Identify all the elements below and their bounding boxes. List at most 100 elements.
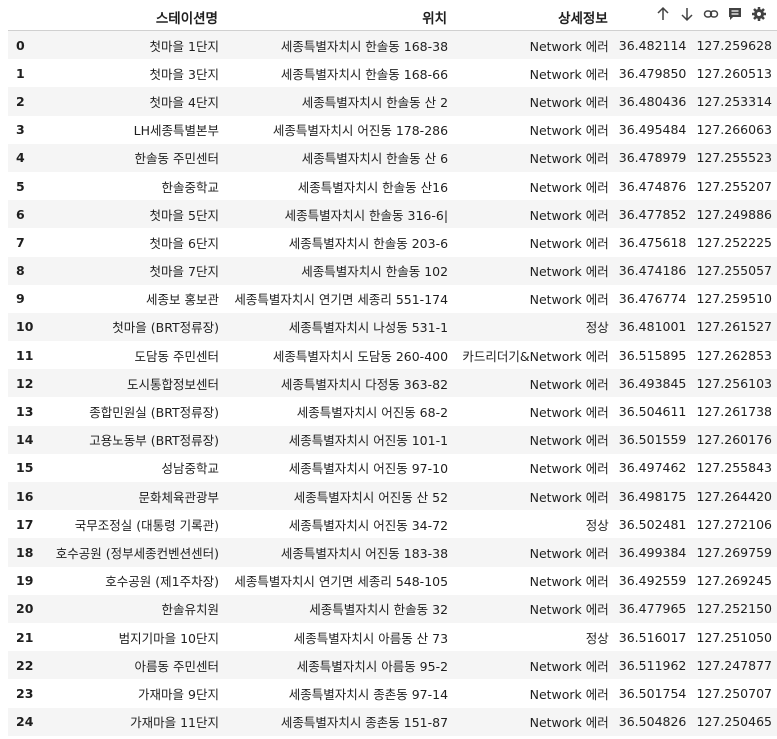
details-cell: Network 에러 xyxy=(529,686,609,702)
location-cell: 세종특별자치시 한솔동 316-6| xyxy=(223,200,454,229)
longitude-cell: 127.251050 xyxy=(696,629,772,645)
link-icon[interactable] xyxy=(701,4,721,24)
details-cell: Network 에러 xyxy=(453,707,614,736)
location-cell: 세종특별자치시 한솔동 산 2 xyxy=(223,87,454,116)
station-name-cell: 가재마을 11단지 xyxy=(41,707,224,736)
table-row: 23 가재마을 9단지 세종특별자치시 종촌동 97-14 Network 에러 36.… xyxy=(8,679,777,707)
location-cell: 세종특별자치시 다정동 363-82 xyxy=(223,369,454,398)
table-row: 24 가재마을 11단지 세종특별자치시 종촌동 151-87 Network 에러 3… xyxy=(8,707,777,736)
station-name-cell: 호수공원 (정부세종컨벤션센터) xyxy=(41,538,224,567)
location-cell: 세종특별자치시 한솔동 203-6 xyxy=(288,235,449,251)
details-cell: Network 에러 xyxy=(453,425,614,454)
longitude-cell: 127.255843 xyxy=(696,460,772,476)
row-index: 11 xyxy=(16,347,34,363)
longitude-cell: 127.266063 xyxy=(696,122,772,138)
station-name-cell: 첫마을 6단지 xyxy=(149,235,219,251)
details-cell: Network 에러 xyxy=(453,594,614,623)
details-cell: Network 에러 xyxy=(453,30,614,60)
latitude-cell: 36.495484 xyxy=(618,122,687,138)
station-name-cell: 한솔동 주민센터 xyxy=(41,143,224,172)
details-cell: 정상 xyxy=(585,630,609,646)
location-cell: 세종특별자치시 아름동 95-2 xyxy=(223,651,454,680)
table-row: 18 호수공원 (정부세종컨벤션센터) 세종특별자치시 어진동 183-38 Netw… xyxy=(8,538,777,567)
table-row: 5 한솔중학교 세종특별자치시 한솔동 산16 Network 에러 36.474876… xyxy=(8,172,777,200)
details-cell: Network 에러 xyxy=(529,405,609,421)
latitude-cell: 36.498175 xyxy=(613,482,692,511)
location-cell: 세종특별자치시 아름동 산 73 xyxy=(293,630,449,646)
row-index: 14 xyxy=(8,425,42,454)
station-name-cell: LH세종특별본부 xyxy=(133,123,219,139)
column-header-details: 상세정보 xyxy=(453,4,614,31)
latitude-cell: 36.504826 xyxy=(613,707,692,736)
gear-icon[interactable] xyxy=(749,4,769,24)
latitude-cell: 36.480436 xyxy=(613,87,692,116)
latitude-cell: 36.492559 xyxy=(618,573,687,589)
location-cell: 세종특별자치시 연기면 세종리 548-105 xyxy=(234,574,449,590)
table-row: 20 한솔유치원 세종특별자치시 한솔동 32 Network 에러 36.477965… xyxy=(8,594,777,623)
row-index: 17 xyxy=(16,516,34,532)
latitude-cell: 36.497462 xyxy=(618,460,687,476)
latitude-cell: 36.481001 xyxy=(613,312,692,342)
longitude-cell: 127.261738 xyxy=(696,404,772,420)
latitude-cell: 36.501559 xyxy=(613,425,692,454)
cell-toolbar xyxy=(649,2,773,26)
location-cell: 세종특별자치시 어진동 97-10 xyxy=(288,461,449,477)
latitude-cell: 36.475618 xyxy=(618,234,687,250)
row-index: 16 xyxy=(8,482,42,511)
longitude-cell: 127.269759 xyxy=(691,538,777,567)
row-index: 10 xyxy=(8,312,42,342)
station-name-cell: 도시통합정보센터 xyxy=(41,369,224,398)
table-row: 0 첫마을 1단지 세종특별자치시 한솔동 168-38 Network 에러 36.4… xyxy=(8,30,777,60)
station-name-cell: 호수공원 (제1주차장) xyxy=(105,574,219,590)
row-index: 18 xyxy=(8,538,42,567)
longitude-cell: 127.250707 xyxy=(696,685,772,701)
location-cell: 세종특별자치시 연기면 세종리 551-174 xyxy=(234,292,449,308)
latitude-cell: 36.474876 xyxy=(618,178,687,194)
details-cell: Network 에러 xyxy=(529,292,609,308)
station-name-cell: 첫마을 4단지 xyxy=(41,87,224,116)
details-cell: Network 에러 xyxy=(529,461,609,477)
station-name-cell: 종합민원실 (BRT정류장) xyxy=(89,405,219,421)
table-row: 1 첫마을 3단지 세종특별자치시 한솔동 168-66 Network 에러 36.4… xyxy=(8,59,777,87)
station-name-cell: 국무조정실 (대통령 기록관) xyxy=(74,517,219,533)
arrow-down-icon[interactable] xyxy=(677,4,697,24)
table-row: 17 국무조정실 (대통령 기록관) 세종특별자치시 어진동 34-72 정상 36.5… xyxy=(8,510,777,538)
details-cell: Network 에러 xyxy=(453,651,614,680)
longitude-cell: 127.252225 xyxy=(696,234,772,250)
station-name-cell: 가재마을 9단지 xyxy=(138,686,219,702)
location-cell: 세종특별자치시 종촌동 97-14 xyxy=(288,686,449,702)
comment-icon[interactable] xyxy=(725,4,745,24)
longitude-cell: 127.264420 xyxy=(691,482,777,511)
latitude-cell: 36.477965 xyxy=(613,594,692,623)
location-cell: 세종특별자치시 어진동 101-1 xyxy=(223,425,454,454)
latitude-cell: 36.515895 xyxy=(618,347,687,363)
table-row: 19 호수공원 (제1주차장) 세종특별자치시 연기면 세종리 548-105 Net… xyxy=(8,567,777,595)
station-name-cell: 세종보 홍보관 xyxy=(146,292,219,308)
details-cell: Network 에러 xyxy=(529,235,609,251)
longitude-cell: 127.255523 xyxy=(691,143,777,172)
details-cell: Network 에러 xyxy=(529,574,609,590)
details-cell: 정상 xyxy=(585,517,609,533)
table-row: 11 도담동 주민센터 세종특별자치시 도담동 260-400 카드리더기&Netwo… xyxy=(8,341,777,369)
location-cell: 세종특별자치시 한솔동 32 xyxy=(223,594,454,623)
longitude-cell: 127.255057 xyxy=(691,256,777,285)
table-row: 14 고용노동부 (BRT정류장) 세종특별자치시 어진동 101-1 Network… xyxy=(8,425,777,454)
table-row: 22 아름동 주민센터 세종특별자치시 아름동 95-2 Network 에러 36.5… xyxy=(8,651,777,680)
arrow-up-icon[interactable] xyxy=(653,4,673,24)
column-header-station-name: 스테이션명 xyxy=(41,4,224,31)
location-cell: 세종특별자치시 한솔동 168-38 xyxy=(223,30,454,60)
table-row: 3 LH세종특별본부 세종특별자치시 어진동 178-286 Network 에러 36… xyxy=(8,116,777,144)
row-index: 23 xyxy=(16,685,34,701)
longitude-cell: 127.260176 xyxy=(691,425,777,454)
location-cell: 세종특별자치시 어진동 178-286 xyxy=(272,123,449,139)
row-index: 22 xyxy=(8,651,42,680)
station-name-cell: 첫마을 7단지 xyxy=(41,256,224,285)
latitude-cell: 36.493845 xyxy=(613,369,692,398)
row-index: 8 xyxy=(8,256,42,285)
latitude-cell: 36.474186 xyxy=(613,256,692,285)
row-index: 7 xyxy=(16,234,25,250)
table-row: 2 첫마을 4단지 세종특별자치시 한솔동 산 2 Network 에러 36.4804… xyxy=(8,87,777,116)
longitude-cell: 127.256103 xyxy=(691,369,777,398)
station-name-cell: 첫마을 3단지 xyxy=(149,66,219,82)
row-index: 0 xyxy=(8,30,42,60)
